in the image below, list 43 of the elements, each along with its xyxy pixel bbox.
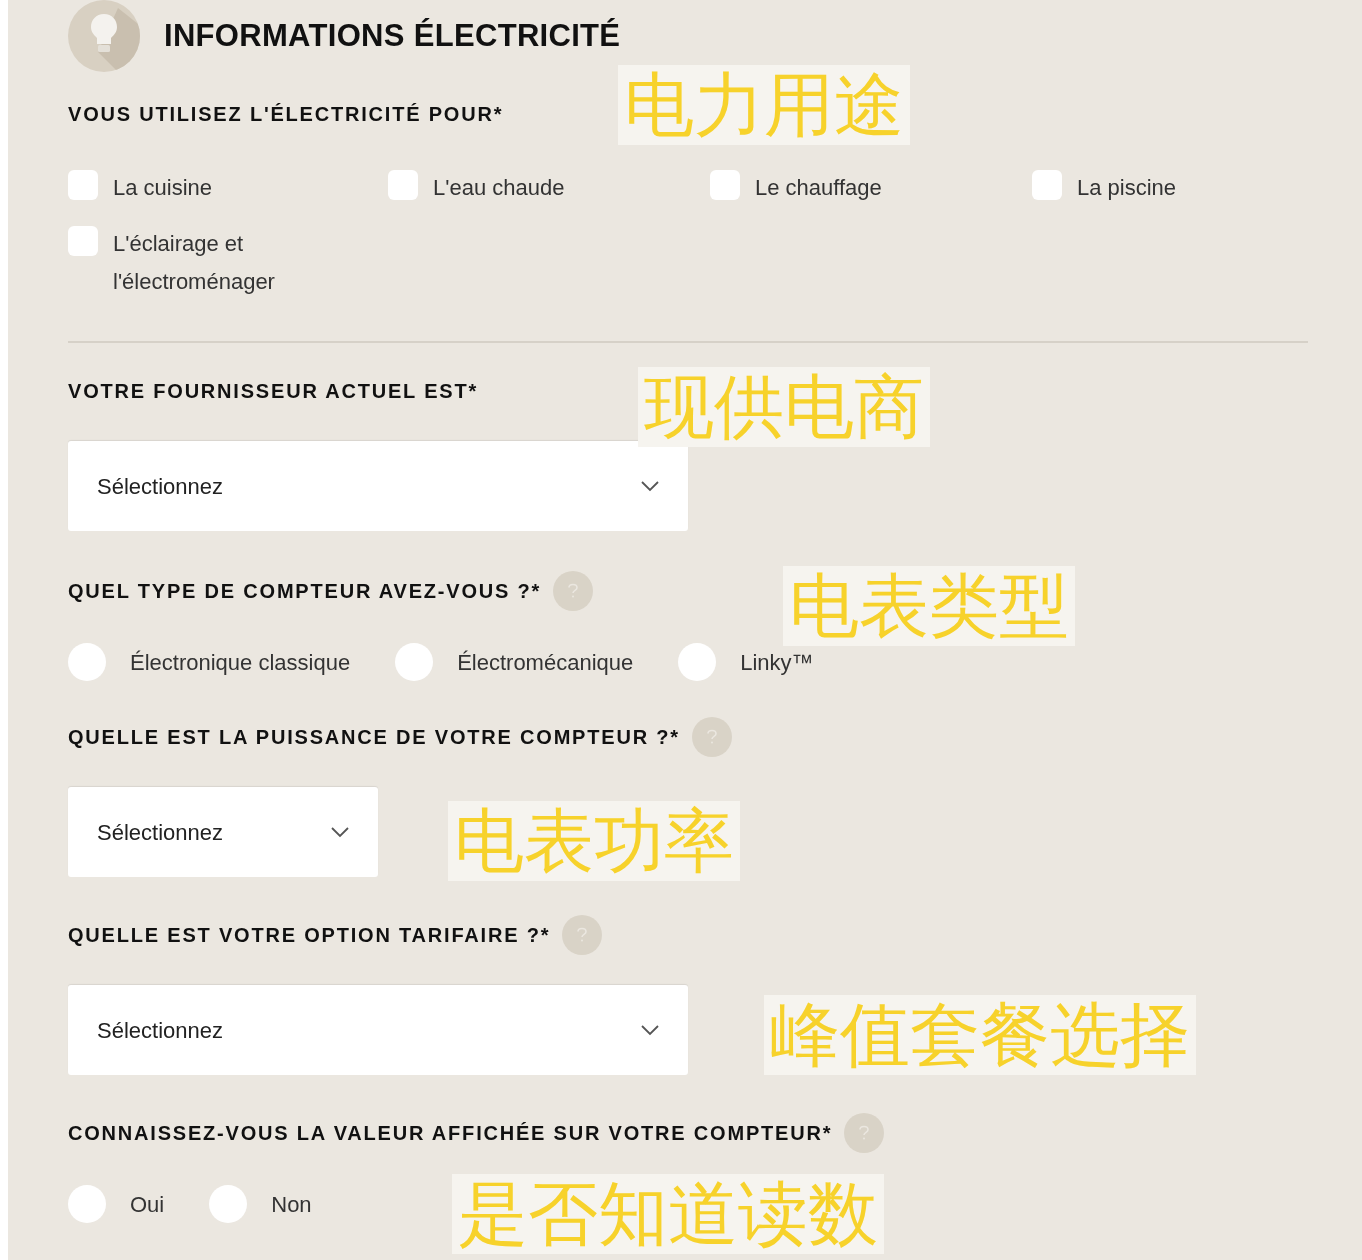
radio-label: Oui	[130, 1190, 165, 1219]
select-dropdown[interactable]: Sélectionnez	[68, 441, 688, 531]
select-dropdown[interactable]: Sélectionnez	[68, 787, 378, 877]
radio-button[interactable]	[68, 1185, 106, 1223]
checkbox[interactable]	[68, 226, 98, 256]
field-label: CONNAISSEZ-VOUS LA VALEUR AFFICHÉE SUR VOTRE COMPTEUR*	[68, 1121, 833, 1146]
field-label: QUELLE EST VOTRE OPTION TARIFAIRE ?*	[68, 923, 551, 948]
checkbox[interactable]	[388, 170, 418, 200]
annotation-label: 电表功率	[448, 801, 740, 881]
section-title: INFORMATIONS ÉLECTRICITÉ	[164, 16, 621, 55]
checkbox-label: La piscine	[1077, 174, 1177, 202]
field-label: QUELLE EST LA PUISSANCE DE VOTRE COMPTEUR ?*	[68, 725, 680, 750]
help-icon[interactable]	[553, 571, 594, 611]
radio-label: Non	[271, 1190, 312, 1219]
checkbox-label: L'eau chaude	[433, 174, 565, 202]
chevron-down-icon	[640, 1024, 660, 1036]
radio-label: Linky™	[740, 648, 814, 677]
checkbox-label: Le chauffage	[755, 174, 882, 202]
help-icon[interactable]	[691, 717, 732, 757]
chevron-down-icon	[330, 826, 350, 838]
annotation-label: 电力用途	[618, 65, 910, 145]
annotation-label: 现供电商	[638, 367, 930, 447]
field-label: QUEL TYPE DE COMPTEUR AVEZ-VOUS ?*	[68, 579, 542, 604]
checkbox[interactable]	[68, 170, 98, 200]
radio-button[interactable]	[395, 643, 434, 681]
radio-button[interactable]	[678, 643, 717, 681]
annotation-label: 电表类型	[783, 566, 1075, 646]
chevron-down-icon	[640, 480, 660, 492]
annotation-label: 峰值套餐选择	[764, 995, 1196, 1075]
checkbox[interactable]	[1032, 170, 1062, 200]
checkbox-label: La cuisine	[113, 174, 213, 202]
annotation-label: 是否知道读数	[452, 1174, 884, 1254]
help-icon[interactable]	[562, 915, 603, 955]
field-label: VOTRE FOURNISSEUR ACTUEL EST*	[68, 379, 478, 404]
radio-button[interactable]	[68, 643, 106, 681]
help-icon[interactable]	[844, 1113, 885, 1153]
radio-button[interactable]	[209, 1185, 248, 1223]
checkbox-label: L'éclairage et l'électroménager	[113, 230, 276, 296]
select-dropdown[interactable]: Sélectionnez	[68, 985, 688, 1075]
checkbox[interactable]	[710, 170, 740, 200]
radio-label: Électronique classique	[130, 648, 351, 677]
field-label: VOUS UTILISEZ L'ÉLECTRICITÉ POUR*	[68, 102, 504, 127]
radio-label: Électromécanique	[457, 648, 634, 677]
